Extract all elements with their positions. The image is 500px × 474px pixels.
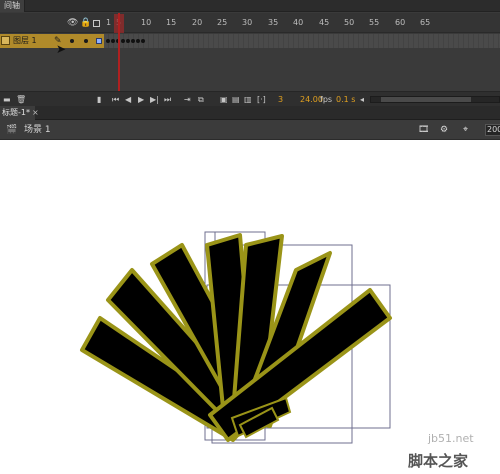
center-stage-icon[interactable]: ⌖ xyxy=(463,120,468,140)
keyframe[interactable] xyxy=(136,39,140,43)
ruler-tick: 10 xyxy=(141,18,152,27)
outline-icon[interactable] xyxy=(93,20,100,27)
rotated-bars xyxy=(80,233,392,442)
ruler-tick: 15 xyxy=(166,18,177,27)
scene-icon: 🎬 xyxy=(6,125,18,135)
keyframe[interactable] xyxy=(131,39,135,43)
close-icon[interactable]: × xyxy=(32,106,39,120)
playhead[interactable] xyxy=(118,13,120,91)
modify-markers-icon[interactable]: ▥ xyxy=(244,92,252,107)
timeline-body xyxy=(0,48,500,91)
outline-swatch[interactable] xyxy=(96,38,102,44)
ruler-tick: 35 xyxy=(268,18,279,27)
edit-multiple-icon[interactable]: ▤ xyxy=(232,92,240,107)
watermark-brand: 脚本之家 xyxy=(408,452,469,470)
timeline-footer: ▬ 🗑 ▮ ⏮ ◀ ▶ ▶| ⏭ ⇥ ⧉ ▣ ▤ ▥ [·] 3 24.00 f… xyxy=(0,91,500,106)
layer-name[interactable]: 图层 1 xyxy=(13,34,37,48)
ruler-tick: 45 xyxy=(319,18,330,27)
keyframe[interactable] xyxy=(111,39,115,43)
elapsed-time[interactable]: 0.1 s xyxy=(336,92,355,107)
keyframe[interactable] xyxy=(106,39,110,43)
ruler-tick: 60 xyxy=(395,18,406,27)
loop-icon[interactable]: ⇥ xyxy=(184,92,191,107)
document-tab[interactable]: 标题-1* xyxy=(0,106,35,120)
edit-bar: 🎬 场景 1 🎞 ⚙ ⌖ 200 xyxy=(0,120,500,140)
lock-icon[interactable]: 🔒 xyxy=(80,19,91,28)
ruler-tick: 65 xyxy=(420,18,431,27)
onion-outline-icon[interactable]: ▣ xyxy=(220,92,228,107)
ruler-tick: 55 xyxy=(369,18,380,27)
timeline-panel-header: 间轴 xyxy=(0,0,500,12)
timeline-scrollbar[interactable] xyxy=(370,96,500,103)
frame-ruler[interactable]: 1 5 10 15 20 25 30 35 40 45 50 55 60 65 xyxy=(104,13,500,33)
ruler-tick: 40 xyxy=(293,18,304,27)
timeline-panel: 间轴 👁 🔒 1 5 10 15 20 25 30 35 40 45 50 55… xyxy=(0,0,500,106)
timeline-tab[interactable]: 间轴 xyxy=(0,0,25,12)
frame-grid[interactable] xyxy=(104,48,500,91)
ruler-tick: 50 xyxy=(344,18,355,27)
first-frame-icon[interactable]: ⏮ xyxy=(112,92,119,107)
watermark-site: jb51.net xyxy=(428,432,474,445)
layer-icon xyxy=(1,36,10,45)
delete-icon[interactable]: 🗑 xyxy=(16,92,26,107)
layer-header[interactable]: 图层 1 ✎ xyxy=(0,34,104,48)
document-tab-bar: 标题-1* × xyxy=(0,106,500,120)
scrollbar-thumb[interactable] xyxy=(381,97,471,102)
play-icon[interactable]: ▶ xyxy=(138,92,144,107)
onion-skin-icon[interactable]: ⧉ xyxy=(198,92,204,107)
ruler-tick: 20 xyxy=(192,18,203,27)
current-frame[interactable]: 3 xyxy=(278,92,283,107)
zoom-field[interactable]: 200 xyxy=(485,124,500,136)
ruler-tick: 1 xyxy=(106,18,112,27)
keyframe[interactable] xyxy=(141,39,145,43)
edit-symbols-icon[interactable]: ⚙ xyxy=(440,120,448,140)
ruler-tick: 25 xyxy=(217,18,228,27)
lock-dot[interactable] xyxy=(84,39,88,43)
stage-artwork xyxy=(80,231,392,444)
folder-icon[interactable]: ▬ xyxy=(3,92,11,107)
center-frame-icon[interactable]: ▮ xyxy=(97,92,101,107)
keyframe[interactable] xyxy=(126,39,130,43)
edit-scene-icon[interactable]: 🎞 xyxy=(418,120,429,140)
scroll-left-icon[interactable]: ◂ xyxy=(360,92,364,107)
layer-frames[interactable] xyxy=(104,34,500,48)
visibility-dot[interactable] xyxy=(70,39,74,43)
step-forward-icon[interactable]: ▶| xyxy=(150,92,159,107)
document-tab-label: 标题-1* xyxy=(2,108,30,117)
fps-unit: fps xyxy=(320,95,333,104)
keyframe[interactable] xyxy=(121,39,125,43)
cursor-icon: ➤ xyxy=(56,42,67,56)
scene-name[interactable]: 场景 1 xyxy=(24,120,51,140)
timeline-header: 👁 🔒 1 5 10 15 20 25 30 35 40 45 50 55 60… xyxy=(0,13,500,33)
marker-range-icon[interactable]: [·] xyxy=(257,92,266,107)
last-frame-icon[interactable]: ⏭ xyxy=(164,92,171,107)
stage[interactable] xyxy=(0,141,500,474)
step-back-icon[interactable]: ◀ xyxy=(125,92,131,107)
ruler-tick: 30 xyxy=(242,18,253,27)
layer-row[interactable]: 图层 1 ✎ xyxy=(0,34,500,48)
eye-icon[interactable]: 👁 xyxy=(67,19,78,28)
